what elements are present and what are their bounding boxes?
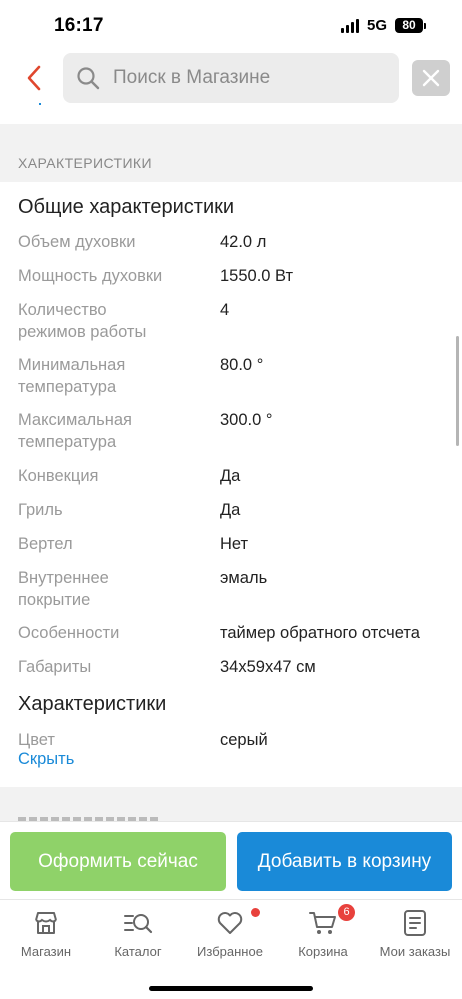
spec-label: Количество режимов работы bbox=[18, 301, 147, 341]
spec-value: серый bbox=[220, 731, 268, 749]
close-icon bbox=[422, 69, 440, 87]
tab-catalog[interactable]: Каталог bbox=[92, 908, 184, 964]
spec-value: 4 bbox=[220, 301, 230, 319]
spec-value: 42.0 л bbox=[220, 233, 267, 251]
chevron-left-icon bbox=[27, 65, 41, 91]
spec-value: 80.0 ° bbox=[220, 356, 264, 374]
tab-label: Мои заказы bbox=[379, 944, 451, 959]
close-button[interactable] bbox=[412, 60, 450, 96]
search-icon bbox=[75, 65, 101, 91]
tab-label: Корзина bbox=[298, 944, 348, 959]
heart-icon bbox=[215, 908, 245, 938]
tab-label: Магазин bbox=[20, 944, 72, 959]
spec-label: Габариты bbox=[18, 658, 92, 676]
cart-badge: 6 bbox=[338, 904, 355, 921]
orders-icon bbox=[400, 908, 430, 938]
group-title-general: Общие характеристики bbox=[18, 196, 235, 218]
spec-value: 1550.0 Вт bbox=[220, 267, 294, 285]
home-indicator bbox=[149, 986, 313, 991]
spec-label: Максимальная температура bbox=[18, 411, 132, 451]
spec-value: Да bbox=[220, 467, 241, 485]
group-title-characteristics: Характеристики bbox=[18, 693, 167, 715]
add-to-cart-button[interactable]: Добавить в корзину bbox=[237, 832, 452, 891]
tab-favorites[interactable]: Избранное bbox=[184, 908, 276, 964]
spec-value: Нет bbox=[220, 535, 249, 553]
battery-level: 80 bbox=[395, 18, 423, 33]
spec-label: Конвекция bbox=[18, 467, 99, 485]
spec-label: Минимальная температура bbox=[18, 356, 126, 396]
cart-icon bbox=[308, 908, 338, 938]
loading-indicator bbox=[39, 103, 41, 105]
spec-label: Гриль bbox=[18, 501, 63, 519]
hide-specs-link[interactable]: Скрыть bbox=[18, 750, 74, 769]
buy-now-button[interactable]: Оформить сейчас bbox=[10, 832, 226, 891]
back-button[interactable] bbox=[20, 60, 48, 96]
spec-value: таймер обратного отсчета bbox=[220, 624, 420, 642]
spec-label: Особенности bbox=[18, 624, 120, 642]
store-icon bbox=[31, 908, 61, 938]
catalog-search-icon bbox=[123, 908, 153, 938]
network-type: 5G bbox=[366, 17, 387, 34]
favorites-notification-dot bbox=[251, 908, 260, 917]
battery-icon: 80 bbox=[395, 18, 426, 33]
spec-value: эмаль bbox=[220, 569, 268, 587]
scrollbar[interactable] bbox=[456, 336, 459, 446]
tab-label: Избранное bbox=[197, 944, 263, 959]
spec-value: 34x59x47 см bbox=[220, 658, 316, 676]
spec-label: Вертел bbox=[18, 535, 73, 553]
section-header: ХАРАКТЕРИСТИКИ bbox=[18, 155, 152, 171]
status-bar: 16:17 5G 80 bbox=[0, 0, 462, 52]
spec-label: Цвет bbox=[18, 731, 55, 749]
tab-label: Каталог bbox=[114, 944, 162, 959]
section-separator bbox=[0, 124, 462, 182]
tab-bar: Магазин Каталог Избранное 6 Корзина Мои … bbox=[0, 899, 462, 999]
search-header bbox=[0, 52, 462, 104]
status-time: 16:17 bbox=[54, 15, 104, 36]
action-bar: Оформить сейчас Добавить в корзину bbox=[0, 821, 462, 899]
tab-store[interactable]: Магазин bbox=[0, 908, 92, 964]
tab-orders[interactable]: Мои заказы bbox=[369, 908, 461, 964]
search-input[interactable] bbox=[113, 67, 383, 89]
spec-label: Объем духовки bbox=[18, 233, 136, 251]
spec-value: Да bbox=[220, 501, 241, 519]
spec-value: 300.0 ° bbox=[220, 411, 273, 429]
signal-icon bbox=[340, 18, 359, 33]
tab-cart[interactable]: 6 Корзина bbox=[277, 904, 369, 964]
status-indicators: 5G 80 bbox=[340, 17, 426, 34]
spec-label: Мощность духовки bbox=[18, 267, 163, 285]
search-box[interactable] bbox=[63, 53, 399, 103]
spec-label: Внутреннее покрытие bbox=[18, 569, 109, 609]
